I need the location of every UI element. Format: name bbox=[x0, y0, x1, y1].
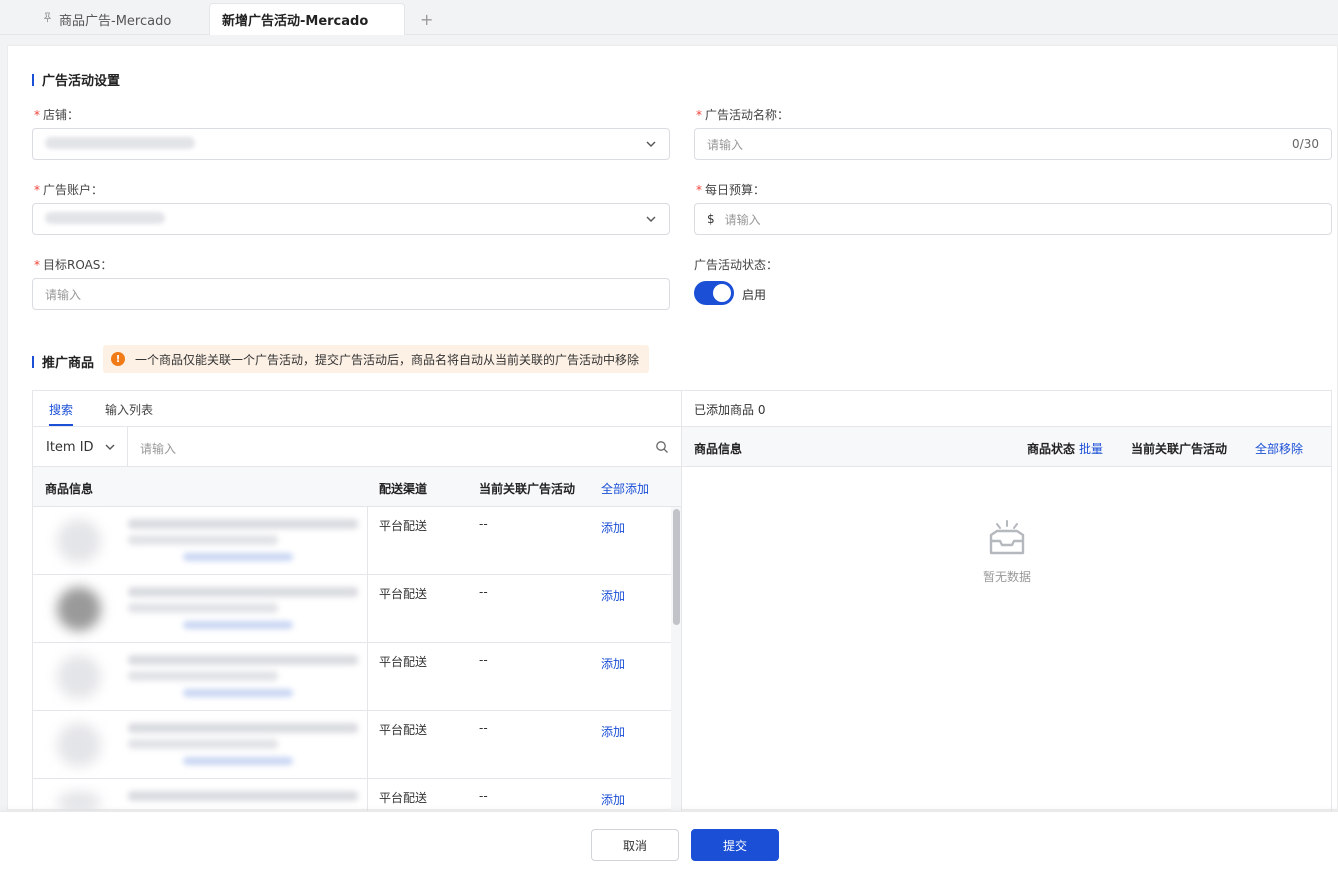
tab-label: 商品广告-Mercado bbox=[59, 13, 172, 29]
current-campaign: -- bbox=[479, 585, 488, 599]
chevron-down-icon bbox=[646, 141, 656, 147]
cancel-button[interactable]: 取消 bbox=[591, 829, 679, 861]
campaign-status-toggle[interactable] bbox=[694, 281, 734, 305]
pin-icon[interactable] bbox=[42, 12, 53, 26]
shop-select[interactable] bbox=[32, 128, 670, 160]
char-counter: 0/30 bbox=[1292, 137, 1319, 151]
added-products-panel: 已添加商品 0 商品信息 商品状态 批量 当前关联广告活动 全部移除 暂无数据 bbox=[681, 390, 1332, 811]
product-info-redacted bbox=[33, 779, 367, 813]
tab-label: 新增广告活动-Mercado bbox=[222, 14, 369, 29]
toggle-knob bbox=[713, 284, 731, 302]
table-row: 平台配送 -- 添加 bbox=[33, 643, 671, 711]
table-row: 平台配送 -- 添加 bbox=[33, 575, 671, 643]
empty-inbox-icon bbox=[989, 520, 1025, 555]
product-info-redacted bbox=[33, 711, 367, 778]
shop-value-redacted bbox=[45, 136, 195, 149]
product-search-panel: 搜索 输入列表 Item ID 请输入 商品信息 配送渠道 当前关联广告活动 全… bbox=[32, 390, 682, 813]
shipping-channel: 平台配送 bbox=[379, 791, 428, 805]
col-current-campaign: 当前关联广告活动 bbox=[1131, 442, 1228, 456]
add-button[interactable]: 添加 bbox=[601, 791, 625, 808]
shipping-channel: 平台配送 bbox=[379, 655, 428, 669]
daily-budget-label: * 每日预算： bbox=[696, 183, 766, 197]
col-product-status: 商品状态 bbox=[1027, 442, 1076, 456]
daily-budget-input[interactable]: $ 请输入 bbox=[694, 203, 1332, 235]
target-roas-label: * 目标ROAS： bbox=[34, 258, 113, 272]
empty-text: 暂无数据 bbox=[982, 570, 1031, 584]
search-input[interactable]: 请输入 bbox=[140, 440, 176, 457]
table-row: 平台配送 -- 添加 bbox=[33, 711, 671, 779]
current-campaign: -- bbox=[479, 653, 488, 667]
current-campaign: -- bbox=[479, 721, 488, 735]
form-footer: 取消 提交 bbox=[0, 811, 1338, 875]
warning-icon: ! bbox=[111, 352, 125, 366]
shipping-channel: 平台配送 bbox=[379, 723, 428, 737]
section-title: 广告活动设置 bbox=[42, 74, 121, 89]
product-info-redacted bbox=[33, 643, 367, 710]
add-button[interactable]: 添加 bbox=[601, 519, 625, 536]
search-field-select[interactable]: Item ID bbox=[33, 427, 128, 467]
currency-prefix: $ bbox=[707, 212, 715, 226]
section-promo-products: 推广商品 bbox=[32, 352, 94, 371]
section-marker bbox=[32, 355, 34, 368]
right-table-header: 商品信息 商品状态 批量 当前关联广告活动 全部移除 bbox=[682, 427, 1331, 467]
table-row: 平台配送 -- 添加 bbox=[33, 779, 671, 813]
added-header: 已添加商品 0 bbox=[682, 391, 1331, 427]
tab-product-ads[interactable]: 商品广告-Mercado bbox=[42, 3, 171, 35]
add-tab-button[interactable]: + bbox=[420, 3, 433, 35]
add-button[interactable]: 添加 bbox=[601, 655, 625, 672]
search-tabs: 搜索 输入列表 bbox=[33, 391, 681, 427]
ad-account-value-redacted bbox=[45, 211, 165, 224]
empty-state: 暂无数据 bbox=[972, 519, 1042, 585]
col-product-info: 商品信息 bbox=[45, 482, 94, 496]
notice-text: 一个商品仅能关联一个广告活动，提交广告活动后，商品名将自动从当前关联的广告活动中… bbox=[135, 352, 640, 367]
shipping-channel: 平台配送 bbox=[379, 587, 428, 601]
chevron-down-icon bbox=[105, 444, 115, 450]
current-campaign: -- bbox=[479, 789, 488, 803]
add-button[interactable]: 添加 bbox=[601, 587, 625, 604]
campaign-status-value: 启用 bbox=[742, 288, 767, 302]
campaign-status-label: 广告活动状态： bbox=[694, 258, 779, 272]
target-roas-input[interactable]: 请输入 bbox=[32, 278, 670, 310]
remove-all-button[interactable]: 全部移除 bbox=[1255, 440, 1303, 457]
section-campaign-settings: 广告活动设置 bbox=[32, 70, 120, 89]
col-product-info: 商品信息 bbox=[694, 442, 743, 456]
column-divider bbox=[367, 507, 368, 812]
batch-button[interactable]: 批量 bbox=[1079, 440, 1103, 457]
add-button[interactable]: 添加 bbox=[601, 723, 625, 740]
active-tab-indicator bbox=[49, 424, 73, 426]
added-count-label: 已添加商品 0 bbox=[694, 403, 766, 417]
ad-account-label: * 广告账户： bbox=[34, 183, 104, 197]
chevron-down-icon bbox=[646, 216, 656, 222]
submit-button[interactable]: 提交 bbox=[691, 829, 779, 861]
table-row: 平台配送 -- 添加 bbox=[33, 507, 671, 575]
section-marker bbox=[32, 73, 34, 86]
tab-new-campaign[interactable]: 新增广告活动-Mercado bbox=[209, 3, 405, 35]
campaign-name-label: * 广告活动名称： bbox=[696, 108, 790, 122]
tab-bar: 商品广告-Mercado 新增广告活动-Mercado + bbox=[0, 0, 1338, 35]
campaign-form-card: 广告活动设置 * 店铺： * 广告活动名称： 请输入 0/30 * 广告账户： * 每日… bbox=[7, 45, 1338, 813]
tab-search[interactable]: 搜索 bbox=[49, 401, 73, 418]
add-all-button[interactable]: 全部添加 bbox=[601, 480, 649, 497]
tab-input-list[interactable]: 输入列表 bbox=[105, 401, 153, 418]
shop-label: * 店铺： bbox=[34, 108, 80, 122]
shipping-channel: 平台配送 bbox=[379, 519, 428, 533]
ad-account-select[interactable] bbox=[32, 203, 670, 235]
search-icon[interactable] bbox=[655, 440, 669, 454]
current-campaign: -- bbox=[479, 517, 488, 531]
scrollbar-thumb[interactable] bbox=[673, 509, 680, 625]
campaign-name-input[interactable]: 请输入 0/30 bbox=[694, 128, 1332, 160]
search-row: Item ID 请输入 bbox=[33, 427, 681, 467]
left-table-header: 商品信息 配送渠道 当前关联广告活动 全部添加 bbox=[33, 467, 681, 507]
product-info-redacted bbox=[33, 575, 367, 642]
col-current-campaign: 当前关联广告活动 bbox=[479, 482, 576, 496]
notice-banner: ! 一个商品仅能关联一个广告活动，提交广告活动后，商品名将自动从当前关联的广告活… bbox=[103, 345, 649, 373]
product-info-redacted bbox=[33, 507, 367, 574]
col-shipping: 配送渠道 bbox=[379, 482, 428, 496]
section-title: 推广商品 bbox=[42, 356, 95, 371]
